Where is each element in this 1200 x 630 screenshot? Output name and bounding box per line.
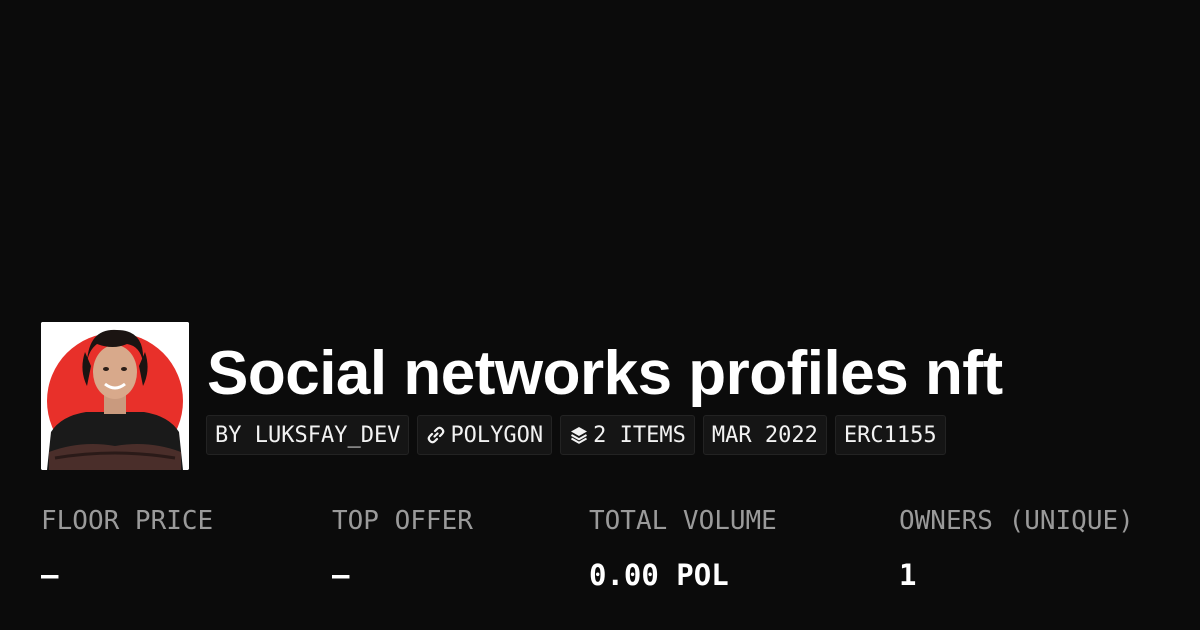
creator-tag[interactable]: BY LUKSFAY_DEV	[206, 415, 410, 455]
profile-photo-icon	[41, 322, 189, 470]
collection-avatar	[41, 322, 189, 470]
floor-price-label: FLOOR PRICE	[41, 506, 214, 536]
owners-label: OWNERS (UNIQUE)	[899, 506, 1134, 536]
items-label: 2 ITEMS	[593, 422, 686, 448]
layers-icon	[571, 427, 588, 444]
top-offer-value: –	[332, 558, 350, 592]
top-offer-stat: TOP OFFER –	[332, 504, 473, 592]
total-volume-value: 0.00 POL	[589, 558, 729, 592]
floor-price-value: –	[41, 558, 59, 592]
chain-tag[interactable]: POLYGON	[417, 415, 553, 455]
collection-title: Social networks profiles nft	[207, 339, 1003, 408]
collection-tags: BY LUKSFAY_DEV POLYGON 2 ITEMS MAR 2022 …	[206, 415, 946, 455]
chain-label: POLYGON	[450, 422, 544, 448]
date-label: MAR 2022	[711, 422, 818, 448]
items-tag[interactable]: 2 ITEMS	[560, 415, 695, 455]
owners-stat: OWNERS (UNIQUE) 1	[899, 504, 1134, 592]
creator-label: BY LUKSFAY_DEV	[215, 422, 401, 448]
floor-price-stat: FLOOR PRICE –	[41, 504, 213, 592]
owners-value: 1	[899, 558, 917, 592]
link-icon	[428, 426, 445, 444]
date-tag: MAR 2022	[702, 415, 827, 455]
standard-tag: ERC1155	[834, 415, 946, 455]
total-volume-label: TOTAL VOLUME	[589, 506, 777, 536]
total-volume-stat: TOTAL VOLUME 0.00 POL	[589, 504, 777, 592]
standard-label: ERC1155	[843, 422, 937, 448]
top-offer-label: TOP OFFER	[332, 506, 473, 536]
